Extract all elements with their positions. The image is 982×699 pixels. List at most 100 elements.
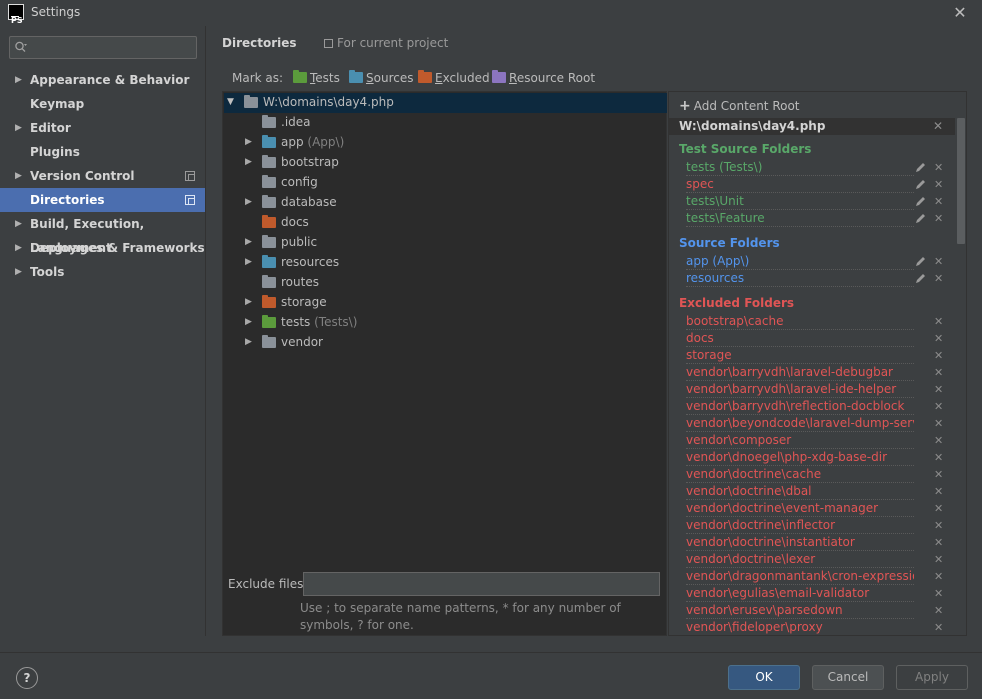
folder-icon	[293, 70, 307, 83]
mark-as-button[interactable]: Sources	[349, 70, 413, 86]
remove-icon[interactable]: ✕	[934, 347, 943, 364]
add-content-root-button[interactable]: + Add Content Root	[679, 98, 800, 114]
folder-entry[interactable]: vendor\doctrine\instantiator	[686, 534, 914, 551]
remove-icon[interactable]: ✕	[934, 176, 943, 193]
remove-icon[interactable]: ✕	[934, 415, 943, 432]
cancel-button[interactable]: Cancel	[812, 665, 884, 690]
apply-button[interactable]: Apply	[896, 665, 968, 690]
folder-entry[interactable]: vendor\beyondcode\laravel-dump-server	[686, 415, 914, 432]
mark-as-label-rest: xcluded	[442, 71, 490, 85]
sidebar-item[interactable]: ▶ Version Control	[0, 164, 205, 188]
folder-entry[interactable]: tests (Tests\)	[686, 159, 914, 176]
remove-icon[interactable]: ✕	[934, 568, 943, 585]
scope-text: For current project	[337, 36, 449, 50]
mark-as-button[interactable]: Tests	[293, 70, 340, 86]
remove-icon[interactable]: ✕	[934, 398, 943, 415]
remove-icon[interactable]: ✕	[934, 517, 943, 534]
folder-entry[interactable]: vendor\fideloper\proxy	[686, 619, 914, 635]
close-icon[interactable]: ✕	[944, 0, 976, 26]
folder-entry[interactable]: vendor\doctrine\lexer	[686, 551, 914, 568]
tree-item-name: config	[281, 175, 318, 189]
remove-icon[interactable]: ✕	[934, 210, 943, 227]
help-button[interactable]: ?	[16, 667, 38, 689]
folder-icon	[262, 175, 276, 188]
copy-icon	[324, 39, 333, 48]
folder-entry[interactable]: bootstrap\cache	[686, 313, 914, 330]
remove-icon[interactable]: ✕	[934, 381, 943, 398]
sidebar-item[interactable]: Directories	[0, 188, 205, 212]
folder-entry[interactable]: vendor\erusev\parsedown	[686, 602, 914, 619]
folder-entry[interactable]: vendor\dragonmantank\cron-expression	[686, 568, 914, 585]
remove-icon[interactable]: ✕	[934, 313, 943, 330]
remove-root-icon[interactable]: ✕	[933, 118, 943, 135]
sidebar-item-label: Tools	[30, 265, 65, 279]
mark-as-button[interactable]: Resource Root	[492, 70, 595, 86]
folder-entry[interactable]: resources	[686, 270, 914, 287]
remove-icon[interactable]: ✕	[934, 270, 943, 287]
sidebar-item[interactable]: ▶ Editor	[0, 116, 205, 140]
mark-as-mnemonic: E	[435, 71, 443, 85]
remove-icon[interactable]: ✕	[934, 483, 943, 500]
folder-entry[interactable]: tests\Feature	[686, 210, 914, 227]
search-input[interactable]	[9, 36, 197, 59]
mark-as-button[interactable]: Excluded	[418, 70, 490, 86]
folder-entry[interactable]: vendor\barryvdh\laravel-debugbar	[686, 364, 914, 381]
remove-icon[interactable]: ✕	[934, 432, 943, 449]
sidebar-item-label: Version Control	[30, 169, 135, 183]
folder-entry[interactable]: docs	[686, 330, 914, 347]
remove-icon[interactable]: ✕	[934, 619, 943, 635]
remove-icon[interactable]: ✕	[934, 466, 943, 483]
folder-entry[interactable]: vendor\doctrine\dbal	[686, 483, 914, 500]
add-content-root-label: Add Content Root	[693, 99, 800, 113]
edit-icon[interactable]	[915, 273, 926, 284]
remove-icon[interactable]: ✕	[934, 193, 943, 210]
sidebar-item[interactable]: ▶ Tools	[0, 260, 205, 284]
remove-icon[interactable]: ✕	[934, 500, 943, 517]
folder-entry[interactable]: vendor\doctrine\inflector	[686, 517, 914, 534]
search-icon	[15, 41, 27, 52]
edit-icon[interactable]	[915, 213, 926, 224]
folder-entry[interactable]: vendor\doctrine\cache	[686, 466, 914, 483]
sidebar-item[interactable]: ▶ Appearance & Behavior	[0, 68, 205, 92]
edit-icon[interactable]	[915, 179, 926, 190]
ok-button[interactable]: OK	[728, 665, 800, 690]
remove-icon[interactable]: ✕	[934, 551, 943, 568]
sidebar-divider	[205, 26, 206, 636]
remove-icon[interactable]: ✕	[934, 449, 943, 466]
folder-icon	[262, 235, 276, 248]
mark-as-mnemonic: R	[509, 71, 517, 85]
remove-icon[interactable]: ✕	[934, 253, 943, 270]
tree-item-hint: (Tests\)	[310, 315, 358, 329]
app-logo-text: PS	[11, 16, 23, 25]
exclude-files-input[interactable]	[303, 572, 660, 596]
folder-entry[interactable]: vendor\barryvdh\laravel-ide-helper	[686, 381, 914, 398]
folder-entry[interactable]: vendor\barryvdh\reflection-docblock	[686, 398, 914, 415]
sidebar-item[interactable]: ▶ Build, Execution, Deployment	[0, 212, 205, 255]
folder-icon	[262, 255, 276, 268]
tree-item-hint: (App\)	[303, 135, 345, 149]
remove-icon[interactable]: ✕	[934, 364, 943, 381]
folder-entry[interactable]: app (App\)	[686, 253, 914, 270]
remove-icon[interactable]: ✕	[934, 585, 943, 602]
sidebar-item[interactable]: ▶ Languages & Frameworks	[0, 236, 205, 260]
sidebar-item-label: Plugins	[30, 145, 80, 159]
folder-entry[interactable]: vendor\composer	[686, 432, 914, 449]
edit-icon[interactable]	[915, 256, 926, 267]
folder-entry[interactable]: storage	[686, 347, 914, 364]
remove-icon[interactable]: ✕	[934, 602, 943, 619]
folder-entry[interactable]: vendor\egulias\email-validator	[686, 585, 914, 602]
sidebar-item[interactable]: Plugins	[0, 140, 205, 164]
tree-item-name: resources	[281, 255, 340, 269]
folder-entry[interactable]: vendor\dnoegel\php-xdg-base-dir	[686, 449, 914, 466]
edit-icon[interactable]	[915, 196, 926, 207]
folder-icon	[262, 135, 276, 148]
scrollbar-thumb[interactable]	[957, 118, 965, 244]
edit-icon[interactable]	[915, 162, 926, 173]
sidebar-item[interactable]: Keymap	[0, 92, 205, 116]
remove-icon[interactable]: ✕	[934, 159, 943, 176]
folder-entry[interactable]: vendor\doctrine\event-manager	[686, 500, 914, 517]
folder-entry[interactable]: spec	[686, 176, 914, 193]
remove-icon[interactable]: ✕	[934, 330, 943, 347]
folder-entry[interactable]: tests\Unit	[686, 193, 914, 210]
remove-icon[interactable]: ✕	[934, 534, 943, 551]
